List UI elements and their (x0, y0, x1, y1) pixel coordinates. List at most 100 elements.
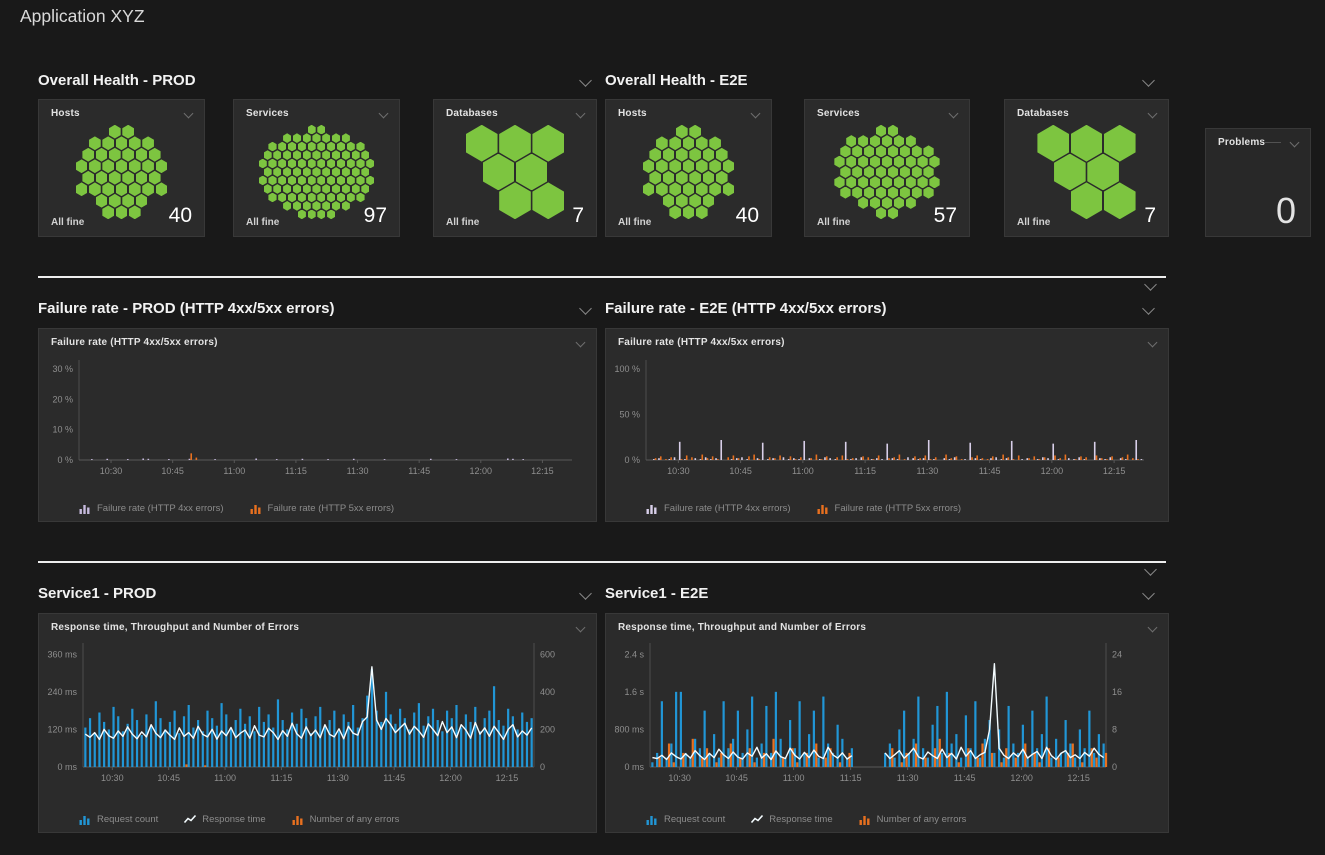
hexagon[interactable] (337, 142, 345, 152)
hexagon[interactable] (356, 193, 364, 203)
health-tile-hosts-e2e[interactable]: Hosts All fine 40 (605, 99, 772, 237)
hexagon[interactable] (888, 187, 898, 199)
hexagon[interactable] (322, 150, 330, 160)
hexagon[interactable] (356, 176, 364, 186)
hexagon[interactable] (317, 125, 325, 135)
hexagon[interactable] (268, 142, 276, 152)
hexagon[interactable] (156, 182, 168, 196)
hexagon[interactable] (929, 176, 939, 188)
legend-item[interactable]: Failure rate (HTTP 4xx errors) (646, 503, 791, 514)
hexagon[interactable] (293, 133, 301, 143)
hexagon[interactable] (317, 159, 325, 169)
hexagon[interactable] (303, 150, 311, 160)
hexagon[interactable] (532, 125, 564, 162)
hexagon[interactable] (347, 159, 355, 169)
hexagon[interactable] (288, 142, 296, 152)
hexagon[interactable] (366, 159, 374, 169)
legend-item[interactable]: Number of any errors (292, 814, 400, 825)
chevron-down-icon[interactable] (1142, 74, 1155, 87)
hexagon[interactable] (356, 159, 364, 169)
hexagon[interactable] (917, 156, 927, 168)
hexagon[interactable] (906, 135, 916, 147)
health-tile-services-e2e[interactable]: Services All fine 57 (804, 99, 970, 237)
hexagon[interactable] (82, 148, 94, 162)
hexagon[interactable] (337, 176, 345, 186)
hexagon[interactable] (278, 142, 286, 152)
hexagon[interactable] (716, 171, 728, 185)
hexagon[interactable] (332, 133, 340, 143)
hexagon[interactable] (288, 176, 296, 186)
hexagon[interactable] (709, 159, 721, 173)
hexagon[interactable] (882, 156, 892, 168)
hexagon[interactable] (342, 133, 350, 143)
hexagon[interactable] (322, 167, 330, 177)
hexagon[interactable] (142, 182, 154, 196)
hexagon[interactable] (96, 171, 108, 185)
service1-e2e-tile[interactable]: Response time, Throughput and Number of … (605, 613, 1169, 833)
hexagon[interactable] (347, 193, 355, 203)
hexagon[interactable] (361, 167, 369, 177)
chevron-down-icon[interactable] (1148, 338, 1158, 348)
hexagon[interactable] (327, 176, 335, 186)
hexagon[interactable] (278, 193, 286, 203)
hexagon[interactable] (361, 150, 369, 160)
hexagon[interactable] (858, 135, 868, 147)
health-tile-databases-prod[interactable]: Databases All fine 7 (433, 99, 597, 237)
hexagon[interactable] (293, 167, 301, 177)
section-collapse-chevron[interactable] (1144, 563, 1157, 576)
legend-item[interactable]: Response time (184, 814, 265, 825)
chevron-down-icon[interactable] (579, 74, 592, 87)
hexagon[interactable] (929, 156, 939, 168)
hexagon[interactable] (312, 184, 320, 194)
hexagon[interactable] (516, 154, 548, 191)
failure-rate-e2e-chart[interactable]: 0 %50 %100 %10:3010:4511:0011:1511:3011:… (606, 352, 1168, 484)
chevron-down-icon[interactable] (576, 109, 586, 119)
hexagon[interactable] (923, 145, 933, 157)
hexagon[interactable] (89, 159, 101, 173)
hexagon[interactable] (122, 171, 134, 185)
hexagon[interactable] (656, 136, 668, 150)
hexagon[interactable] (342, 184, 350, 194)
hexagon[interactable] (89, 136, 101, 150)
hexagon[interactable] (109, 148, 121, 162)
hexagon[interactable] (129, 136, 141, 150)
hexagon[interactable] (76, 182, 88, 196)
hexagon[interactable] (834, 176, 844, 188)
hexagon[interactable] (882, 176, 892, 188)
hexagon[interactable] (840, 166, 850, 178)
hexagon[interactable] (102, 159, 114, 173)
hexagon[interactable] (102, 136, 114, 150)
hexagon[interactable] (864, 145, 874, 157)
hexagon[interactable] (109, 171, 121, 185)
hexagon[interactable] (864, 187, 874, 199)
hexagon[interactable] (676, 125, 688, 139)
hexagon[interactable] (347, 142, 355, 152)
hexagon[interactable] (308, 176, 316, 186)
hexagon[interactable] (283, 167, 291, 177)
hexagon[interactable] (327, 193, 335, 203)
hexagon[interactable] (327, 159, 335, 169)
hexagon[interactable] (1087, 154, 1119, 191)
hexagon[interactable] (852, 187, 862, 199)
hexagon[interactable] (149, 148, 161, 162)
hexagon[interactable] (876, 125, 886, 137)
hexagon[interactable] (116, 136, 128, 150)
chevron-down-icon[interactable] (751, 109, 761, 119)
hexagon[interactable] (308, 142, 316, 152)
hexagon[interactable] (337, 159, 345, 169)
hexagon[interactable] (676, 171, 688, 185)
hexagon[interactable] (298, 142, 306, 152)
hexagon[interactable] (332, 150, 340, 160)
hexagon[interactable] (303, 133, 311, 143)
hexagon[interactable] (322, 184, 330, 194)
hexagon[interactable] (912, 166, 922, 178)
hexagon[interactable] (669, 182, 681, 196)
hexagon[interactable] (259, 176, 267, 186)
chevron-down-icon[interactable] (1290, 138, 1300, 148)
hexagon[interactable] (149, 171, 161, 185)
hexagon[interactable] (923, 187, 933, 199)
hexagon[interactable] (483, 154, 515, 191)
legend-item[interactable]: Response time (751, 814, 832, 825)
hexagon[interactable] (840, 145, 850, 157)
hexagon[interactable] (102, 182, 114, 196)
